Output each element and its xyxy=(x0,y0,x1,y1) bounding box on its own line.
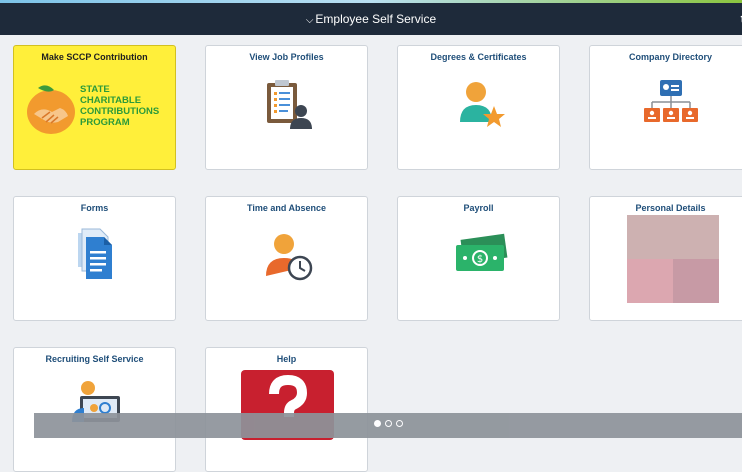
homepage-selector[interactable]: ⌵ Employee Self Service xyxy=(0,3,742,35)
tile-title: Make SCCP Contribution xyxy=(41,52,148,62)
tile-payroll[interactable]: Payroll $ xyxy=(397,196,560,321)
tile-title: Time and Absence xyxy=(246,203,327,213)
tile-company-directory[interactable]: Company Directory xyxy=(589,45,742,170)
tile-title: Forms xyxy=(80,203,109,213)
clipboard-person-icon xyxy=(267,80,312,129)
page-indicator-bar xyxy=(34,413,742,438)
person-clock-icon xyxy=(266,234,313,281)
money-bills-icon: $ xyxy=(456,233,508,271)
color-blocks-image xyxy=(627,215,719,303)
documents-icon xyxy=(78,228,112,279)
orange-handshake-icon xyxy=(27,85,75,134)
tile-title: Help xyxy=(276,354,297,364)
tile-personal-details[interactable]: Personal Details xyxy=(589,196,742,321)
svg-text:$: $ xyxy=(477,254,483,265)
tile-help[interactable]: Help xyxy=(205,347,368,472)
tile-title: Company Directory xyxy=(628,52,713,62)
org-chart-icon xyxy=(644,80,698,122)
tile-degrees-and-certificates[interactable]: Degrees & Certificates xyxy=(397,45,560,170)
tile-title: Degrees & Certificates xyxy=(430,52,527,62)
person-star-icon xyxy=(460,82,505,127)
tile-view-job-profiles[interactable]: View Job Profiles xyxy=(205,45,368,170)
homepage-title: Employee Self Service xyxy=(315,12,437,26)
chevron-down-icon: ⌵ xyxy=(305,15,314,26)
sccp-logo-text: STATE CHARITABLE CONTRIBUTIONS PROGRAM xyxy=(80,84,160,128)
page-dot-3[interactable] xyxy=(395,420,403,427)
tile-title: Payroll xyxy=(463,203,494,213)
tile-forms[interactable]: Forms xyxy=(13,196,176,321)
tile-make-sccp-contribution[interactable]: Make SCCP Contribution STATE CHARITABLE … xyxy=(13,45,176,170)
tile-title: Recruiting Self Service xyxy=(45,354,144,364)
tile-title: Personal Details xyxy=(635,203,706,213)
tile-time-and-absence[interactable]: Time and Absence xyxy=(205,196,368,321)
page-dot-2[interactable] xyxy=(384,420,392,427)
app-header: ⌵Employee Self Service t xyxy=(0,3,742,35)
page-dots xyxy=(34,420,742,427)
tile-recruiting-self-service[interactable]: Recruiting Self Service xyxy=(13,347,176,472)
tile-title: View Job Profiles xyxy=(249,52,324,62)
page-dot-1[interactable] xyxy=(373,420,381,427)
